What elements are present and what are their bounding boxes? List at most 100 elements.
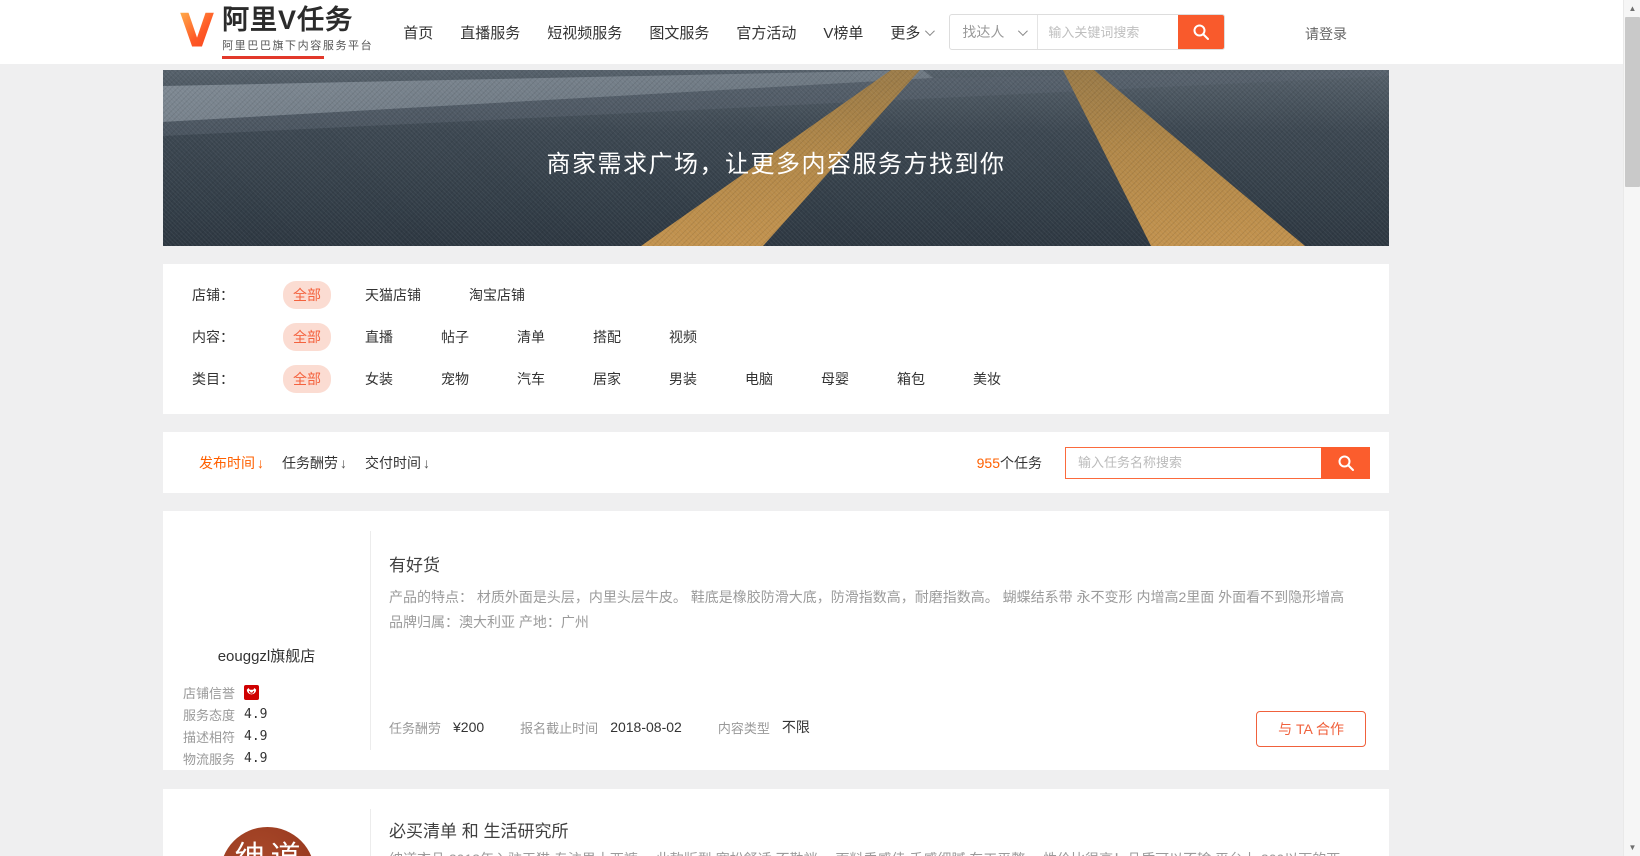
task-search-input[interactable] bbox=[1065, 447, 1321, 479]
filter-option[interactable]: 视频 bbox=[659, 323, 707, 351]
sort-label: 任务酬劳 bbox=[282, 453, 338, 473]
filter-option-all[interactable]: 全部 bbox=[283, 365, 331, 393]
header-search-input[interactable] bbox=[1038, 15, 1178, 49]
rating-label: 物流服务 bbox=[183, 749, 235, 768]
banner-headline: 商家需求广场，让更多内容服务方找到你 bbox=[163, 144, 1389, 179]
rating-label: 描述相符 bbox=[183, 727, 235, 746]
rating-row: 物流服务 4.9 bbox=[183, 747, 268, 769]
filter-option[interactable]: 帖子 bbox=[431, 323, 479, 351]
rating-label: 服务态度 bbox=[183, 705, 235, 724]
filter-row-content: 内容： 全部 直播 帖子 清单 搭配 视频 bbox=[192, 316, 1360, 358]
sort-desc-arrow-icon: ↓ bbox=[340, 455, 347, 471]
shop-rating-list: 店铺信誉 服务态度 4.9 描述相符 4.9 物流服务 bbox=[183, 681, 268, 769]
toolbar-right: 955个任务 bbox=[977, 447, 1370, 479]
task-title[interactable]: 有好货 bbox=[389, 551, 440, 576]
meta-label: 报名截止时间 bbox=[520, 718, 598, 737]
sort-delivery-time[interactable]: 交付时间 ↓ bbox=[365, 453, 430, 473]
rating-value: 4.9 bbox=[244, 751, 267, 766]
task-title[interactable]: 必买清单 和 生活研究所 bbox=[389, 817, 568, 842]
task-description: 绅道衣品 2013年入驻天猫 专注男士西裤 ，此款版型 宽松舒适 不勒裆 ，面料… bbox=[389, 847, 1347, 856]
nav-item-graphic-service[interactable]: 图文服务 bbox=[649, 22, 709, 43]
filter-options: 全部 天猫店铺 淘宝店铺 bbox=[283, 281, 563, 309]
header-search-button[interactable] bbox=[1178, 15, 1224, 49]
rating-value: 4.9 bbox=[244, 707, 267, 722]
shop-reputation-row: 店铺信誉 bbox=[183, 681, 268, 703]
nav-item-v-ranking[interactable]: V榜单 bbox=[823, 22, 863, 43]
logo-underline bbox=[222, 56, 324, 59]
vertical-scrollbar[interactable]: ▲ ▼ bbox=[1623, 0, 1640, 856]
header-inner: V 阿里V任务 阿里巴巴旗下内容服务平台 首页 直播服务 短视频服务 图文服务 … bbox=[163, 0, 1389, 64]
filter-option[interactable]: 居家 bbox=[583, 365, 631, 393]
header: V 阿里V任务 阿里巴巴旗下内容服务平台 首页 直播服务 短视频服务 图文服务 … bbox=[0, 0, 1640, 64]
reputation-label: 店铺信誉 bbox=[183, 683, 235, 702]
nav-more-dropdown[interactable]: 更多 bbox=[890, 22, 932, 43]
filter-row-category: 类目： 全部 女装 宠物 汽车 居家 男装 电脑 母婴 箱包 美妆 bbox=[192, 358, 1360, 400]
filter-options: 全部 女装 宠物 汽车 居家 男装 电脑 母婴 箱包 美妆 bbox=[283, 365, 1039, 393]
scrollbar-thumb[interactable] bbox=[1625, 17, 1640, 187]
task-main: 必买清单 和 生活研究所 绅道衣品 2013年入驻天猫 专注男士西裤 ，此款版型… bbox=[389, 789, 1366, 856]
filter-panel: 店铺： 全部 天猫店铺 淘宝店铺 内容： 全部 直播 帖子 清单 搭配 视频 类… bbox=[163, 264, 1389, 414]
filter-option[interactable]: 搭配 bbox=[583, 323, 631, 351]
login-link[interactable]: 请登录 bbox=[1305, 24, 1347, 44]
task-count-suffix: 个任务 bbox=[1000, 455, 1042, 471]
main-nav: 首页 直播服务 短视频服务 图文服务 官方活动 V榜单 更多 bbox=[403, 22, 932, 43]
filter-option[interactable]: 母婴 bbox=[811, 365, 859, 393]
meta-deadline: 报名截止时间 2018-08-02 bbox=[520, 718, 682, 737]
avatar-text: 绅道 bbox=[229, 841, 307, 856]
filter-option[interactable]: 淘宝店铺 bbox=[459, 281, 535, 309]
task-description: 产品的特点： 材质外面是头层，内里头层牛皮。 鞋底是橡胶防滑大底，防滑指数高，耐… bbox=[389, 585, 1347, 635]
search-icon bbox=[1337, 454, 1355, 472]
filter-option[interactable]: 美妆 bbox=[963, 365, 1011, 393]
filter-option[interactable]: 直播 bbox=[355, 323, 403, 351]
meta-label: 任务酬劳 bbox=[389, 718, 441, 737]
filter-option[interactable]: 天猫店铺 bbox=[355, 281, 431, 309]
sort-toolbar: 发布时间 ↓ 任务酬劳 ↓ 交付时间 ↓ 955个任务 bbox=[163, 432, 1389, 493]
filter-option[interactable]: 清单 bbox=[507, 323, 555, 351]
filter-label: 店铺： bbox=[192, 285, 255, 305]
task-card: 绅道 衣品 必买清单 和 生活研究所 绅道衣品 2013年入驻天猫 专注男士西裤… bbox=[163, 789, 1389, 856]
chevron-down-icon bbox=[925, 26, 935, 36]
nav-item-live-service[interactable]: 直播服务 bbox=[460, 22, 520, 43]
filter-option[interactable]: 宠物 bbox=[431, 365, 479, 393]
filter-option[interactable]: 电脑 bbox=[735, 365, 783, 393]
hero-banner: 商家需求广场，让更多内容服务方找到你 bbox=[163, 70, 1389, 246]
nav-item-home[interactable]: 首页 bbox=[403, 22, 433, 43]
search-category-select[interactable]: 找达人 bbox=[950, 15, 1038, 49]
filter-option[interactable]: 男装 bbox=[659, 365, 707, 393]
filter-options: 全部 直播 帖子 清单 搭配 视频 bbox=[283, 323, 735, 351]
logo[interactable]: V 阿里V任务 阿里巴巴旗下内容服务平台 bbox=[180, 6, 373, 59]
scrollbar-up-arrow[interactable]: ▲ bbox=[1624, 0, 1640, 17]
filter-option-all[interactable]: 全部 bbox=[283, 323, 331, 351]
scrollbar-down-arrow[interactable]: ▼ bbox=[1624, 839, 1640, 856]
sort-reward[interactable]: 任务酬劳 ↓ bbox=[282, 453, 347, 473]
task-card: eouggzl旗舰店 店铺信誉 服务态度 4.9 描述相符 4.9 bbox=[163, 511, 1389, 770]
task-search-button[interactable] bbox=[1321, 447, 1370, 479]
cooperate-button[interactable]: 与 TA 合作 bbox=[1256, 711, 1366, 747]
logo-text: 阿里V任务 阿里巴巴旗下内容服务平台 bbox=[222, 6, 373, 59]
task-main: 有好货 产品的特点： 材质外面是头层，内里头层牛皮。 鞋底是橡胶防滑大底，防滑指… bbox=[389, 511, 1366, 770]
tmall-icon bbox=[244, 685, 259, 700]
nav-item-official-activity[interactable]: 官方活动 bbox=[736, 22, 796, 43]
task-search bbox=[1065, 447, 1370, 479]
rating-row: 描述相符 4.9 bbox=[183, 725, 268, 747]
nav-item-short-video-service[interactable]: 短视频服务 bbox=[547, 22, 622, 43]
filter-option-all[interactable]: 全部 bbox=[283, 281, 331, 309]
shop-avatar[interactable]: 绅道 衣品 bbox=[220, 827, 315, 856]
filter-option[interactable]: 女装 bbox=[355, 365, 403, 393]
shop-name[interactable]: eouggzl旗舰店 bbox=[163, 645, 370, 666]
filter-option[interactable]: 箱包 bbox=[887, 365, 935, 393]
sort-publish-time[interactable]: 发布时间 ↓ bbox=[199, 453, 264, 473]
sort-label: 发布时间 bbox=[199, 453, 255, 473]
sort-desc-arrow-icon: ↓ bbox=[257, 455, 264, 471]
shop-info-panel: 绅道 衣品 bbox=[163, 809, 371, 856]
meta-label: 内容类型 bbox=[718, 718, 770, 737]
task-count-number: 955 bbox=[977, 455, 1000, 471]
task-meta: 任务酬劳 ¥200 报名截止时间 2018-08-02 内容类型 不限 bbox=[389, 717, 846, 737]
logo-v-icon: V bbox=[180, 9, 214, 55]
filter-option[interactable]: 汽车 bbox=[507, 365, 555, 393]
filter-row-shop: 店铺： 全部 天猫店铺 淘宝店铺 bbox=[192, 274, 1360, 316]
search-icon bbox=[1192, 23, 1210, 41]
task-count: 955个任务 bbox=[977, 453, 1042, 473]
meta-value: ¥200 bbox=[453, 719, 484, 735]
sort-desc-arrow-icon: ↓ bbox=[423, 455, 430, 471]
